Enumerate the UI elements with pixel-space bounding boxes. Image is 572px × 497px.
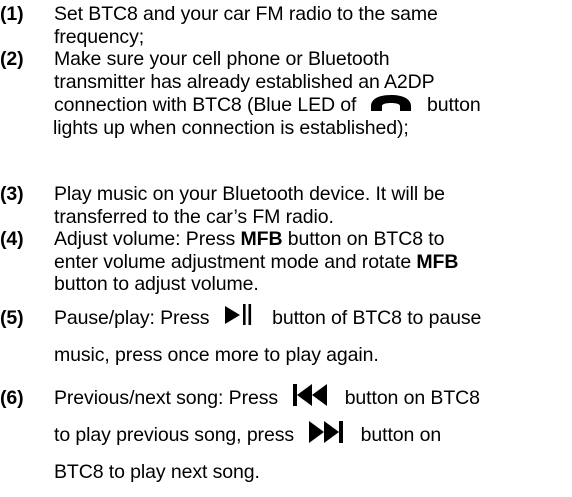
step-text-fragment: button on BTC8 to [287, 228, 445, 250]
step-number: (6) [0, 387, 24, 409]
previous-track-icon [293, 384, 328, 406]
step-line: transmitter has already established an A… [54, 70, 435, 93]
step-text: Set BTC8 and your car FM radio to the sa… [54, 3, 569, 48]
step-line: Adjust volume: Press MFB button on BTC8 … [54, 228, 569, 251]
step-number: (1) [0, 3, 24, 25]
step-number: (3) [0, 183, 24, 205]
step-text-fragment: button on [360, 424, 442, 446]
step-number: (2) [0, 48, 24, 70]
step-line: Pause/play: Press button of BTC8 to paus… [54, 300, 569, 337]
step-line: Previous/next song: Press button on BTC8 [54, 380, 569, 417]
step-text-fragment: to play previous song, press [54, 424, 294, 446]
play-pause-icon [224, 304, 253, 326]
mfb-keyword: MFB [416, 250, 459, 273]
next-track-icon [309, 421, 344, 443]
step-line: lights up when connection is established… [53, 116, 409, 139]
step-line: enter volume adjustment mode and rotate … [54, 251, 569, 274]
step-text-fragment: button [427, 94, 481, 116]
step-line: Set BTC8 and your car FM radio to the sa… [54, 3, 438, 25]
step-text-fragment: connection with BTC8 (Blue LED of [54, 94, 357, 116]
step-line: transferred to the car’s FM radio. [54, 205, 334, 228]
step-text-fragment: button of BTC8 to pause [272, 307, 482, 329]
step-text-fragment: Adjust volume: Press [54, 228, 236, 250]
step-text: Pause/play: Press button of BTC8 to paus… [54, 300, 569, 374]
step-line: BTC8 to play next song. [54, 461, 260, 483]
step-line: to play previous song, press button on [54, 417, 569, 454]
step-text-fragment: enter volume adjustment mode and rotate [54, 250, 412, 273]
step-number: (5) [0, 307, 24, 329]
step-text: Make sure your cell phone or Bluetooth t… [53, 48, 569, 139]
step-text: Adjust volume: Press MFB button on BTC8 … [54, 228, 569, 296]
step-line: Play music on your Bluetooth device. It … [54, 183, 445, 205]
step-text: Previous/next song: Press button on BTC8… [54, 380, 569, 491]
step-line: button to adjust volume. [54, 273, 259, 295]
step-line: music, press once more to play again. [54, 344, 379, 366]
step-line: frequency; [54, 25, 145, 48]
step-number: (4) [0, 228, 24, 250]
step-text-fragment: Previous/next song: Press [54, 387, 279, 409]
step-text-fragment: Pause/play: Press [54, 307, 210, 329]
step-line: Make sure your cell phone or Bluetooth [54, 48, 390, 70]
phone-handset-icon [370, 94, 412, 112]
step-line: connection with BTC8 (Blue LED of button [54, 93, 569, 117]
mfb-keyword: MFB [240, 228, 283, 250]
step-text: Play music on your Bluetooth device. It … [54, 183, 569, 228]
step-text-fragment: button on BTC8 [344, 387, 480, 409]
instruction-list: (1) Set BTC8 and your car FM radio to th… [0, 0, 572, 497]
